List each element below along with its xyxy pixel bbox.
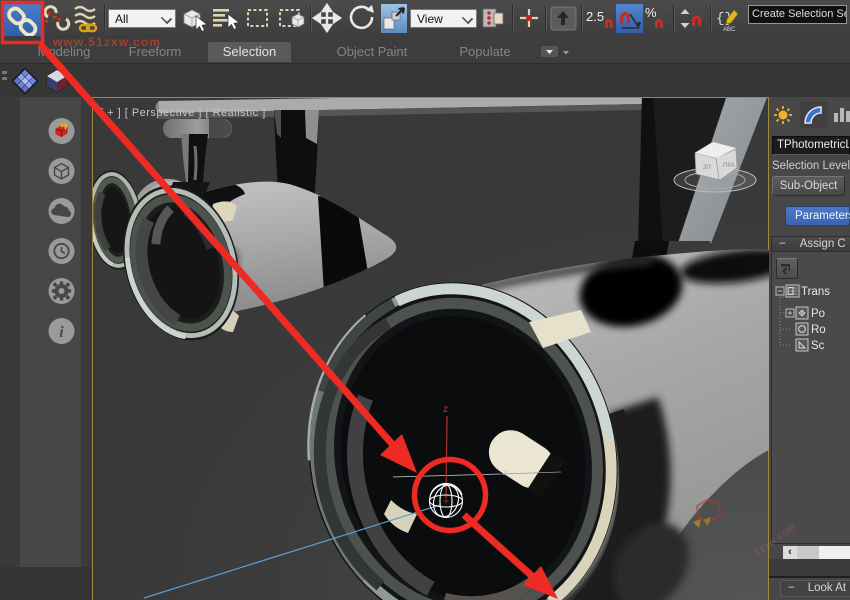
- svg-text:www.51zxw.com: www.51zxw.com: [52, 35, 161, 49]
- svg-text:1zxw.com: 1zxw.com: [752, 522, 798, 558]
